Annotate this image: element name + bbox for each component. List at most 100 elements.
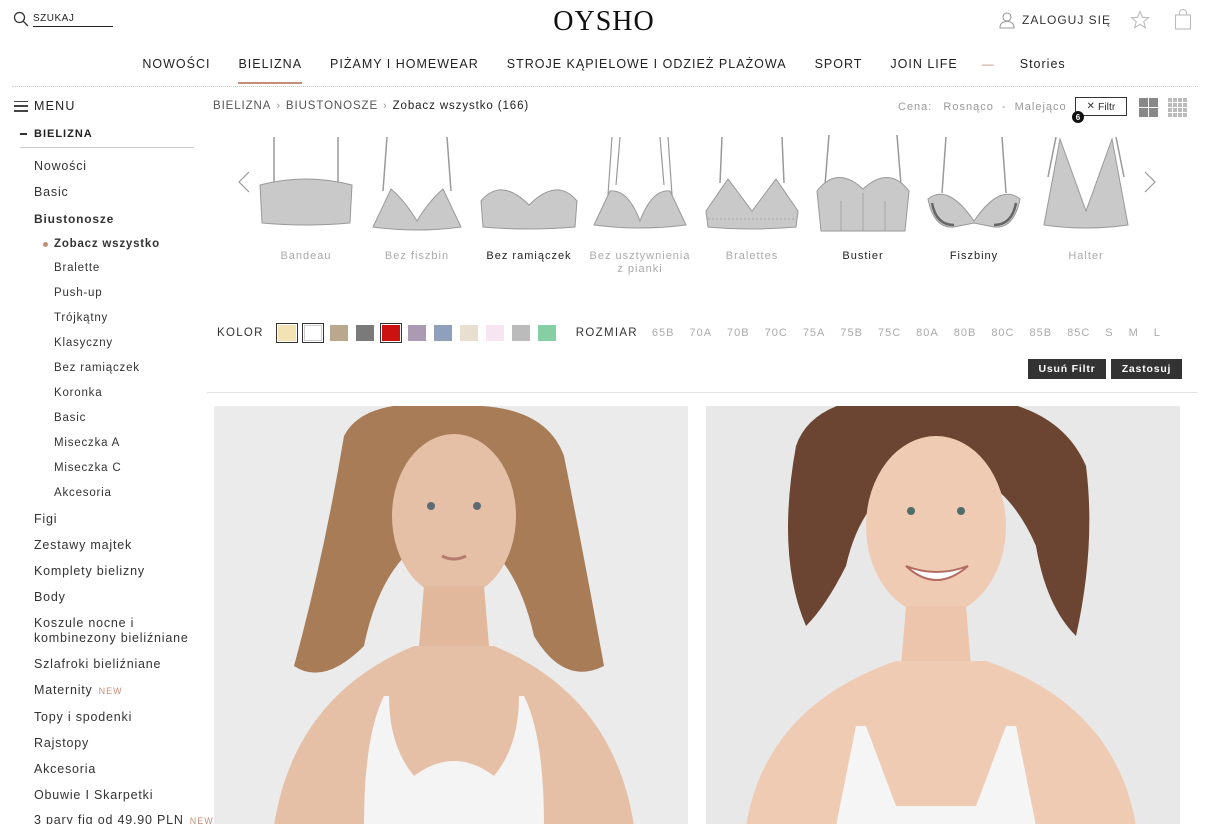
sidebar-item-nowosci[interactable]: Nowości: [34, 159, 87, 173]
sidebar-item-3-pary-fig[interactable]: 3 pary fig od 49,90 PLN NEW: [34, 813, 214, 824]
sidebar-item-koszule-nocne[interactable]: Koszule nocne i: [34, 616, 134, 630]
size-option[interactable]: 85C: [1067, 327, 1090, 339]
size-option[interactable]: 75C: [878, 327, 901, 339]
sidebar-item-zestawy-majtek[interactable]: Zestawy majtek: [34, 538, 132, 552]
sidebar-item-bralette[interactable]: Bralette: [54, 262, 100, 274]
category-label: Bralettes: [725, 250, 779, 262]
product-image[interactable]: [706, 406, 1180, 824]
unpadded-bra-icon: [593, 136, 687, 229]
sort-separator: -: [1001, 101, 1007, 113]
category-label: Bandeau: [280, 250, 332, 262]
chevron-right-icon: ›: [383, 100, 388, 112]
color-swatch-beige[interactable]: [275, 323, 298, 343]
bag-icon[interactable]: [1174, 9, 1192, 30]
nav-stories[interactable]: Stories: [1004, 57, 1080, 84]
nav-nowosci[interactable]: NOWOŚCI: [128, 57, 224, 84]
size-option[interactable]: 85B: [1030, 327, 1053, 339]
size-option[interactable]: 70A: [689, 327, 712, 339]
sidebar-item-akcesoria-sub[interactable]: Akcesoria: [54, 487, 112, 499]
bralette-icon: [705, 136, 799, 230]
nav-join-life[interactable]: JOIN LIFE: [876, 57, 971, 84]
category-bandeau[interactable]: Bandeau: [258, 127, 361, 263]
sidebar-item-miseczka-c[interactable]: Miseczka C: [54, 462, 121, 474]
sidebar-item-maternity[interactable]: Maternity NEW: [34, 683, 123, 697]
sidebar-item-akcesoria[interactable]: Akcesoria: [34, 762, 96, 776]
strapless-bra-icon: [480, 189, 578, 230]
size-option[interactable]: 80C: [991, 327, 1014, 339]
sidebar-item-koronka[interactable]: Koronka: [54, 387, 102, 399]
category-bez-ramiaczek[interactable]: Bez ramiączek: [474, 127, 584, 263]
sidebar-item-koszule-nocne-line2[interactable]: kombinezony bieliźniane: [34, 631, 189, 645]
color-swatch-red[interactable]: [379, 323, 402, 343]
sidebar-item-miseczka-a[interactable]: Miseczka A: [54, 437, 120, 449]
size-option[interactable]: 80A: [916, 327, 939, 339]
sidebar-item-trojkatny[interactable]: Trójkątny: [54, 312, 108, 324]
nav-stroje[interactable]: STROJE KĄPIELOWE I ODZIEŻ PLAŻOWA: [493, 57, 801, 84]
sort-ascending[interactable]: Rosnąco: [943, 101, 993, 113]
size-option[interactable]: 70B: [727, 327, 750, 339]
category-fiszbiny[interactable]: Fiszbiny: [919, 127, 1029, 263]
breadcrumb-bielizna[interactable]: BIELIZNA: [213, 100, 271, 112]
size-option[interactable]: 75A: [803, 327, 826, 339]
filter-label: Filtr: [1097, 100, 1116, 113]
sidebar-item-basic-sub[interactable]: Basic: [54, 412, 86, 424]
sidebar-item-push-up[interactable]: Push-up: [54, 287, 102, 299]
color-swatch-light-grey[interactable]: [511, 325, 530, 341]
color-swatch-white[interactable]: [301, 323, 324, 343]
size-option[interactable]: 80B: [954, 327, 977, 339]
category-bez-fiszbin[interactable]: Bez fiszbin: [362, 127, 472, 263]
color-swatch-blue[interactable]: [433, 325, 452, 341]
breadcrumb-biustonosze[interactable]: BIUSTONOSZE: [286, 100, 378, 112]
star-icon[interactable]: [1130, 10, 1150, 30]
color-swatch-grey[interactable]: [355, 325, 374, 341]
category-bralettes[interactable]: Bralettes: [697, 127, 807, 263]
carousel-prev-icon[interactable]: [238, 171, 250, 193]
underwire-bra-icon: [927, 136, 1021, 228]
sort-descending[interactable]: Malejąco: [1015, 101, 1067, 113]
sidebar-item-basic[interactable]: Basic: [34, 185, 69, 199]
size-option[interactable]: M: [1129, 327, 1139, 339]
nav-sport[interactable]: SPORT: [801, 57, 877, 84]
sidebar-item-figi[interactable]: Figi: [34, 512, 57, 526]
model-photo-1: [214, 406, 688, 824]
size-option[interactable]: 65B: [652, 327, 675, 339]
sidebar-item-bez-ramiaczek[interactable]: Bez ramiączek: [54, 362, 140, 374]
color-swatch-taupe[interactable]: [329, 325, 348, 341]
sidebar-item-obuwie[interactable]: Obuwie I Skarpetki: [34, 788, 153, 802]
size-option[interactable]: 75B: [840, 327, 863, 339]
clear-filter-button[interactable]: Usuń Filtr: [1028, 359, 1106, 379]
sidebar-item-szlafroki[interactable]: Szlafroki bieliźniane: [34, 657, 161, 671]
grid-4-view-icon[interactable]: [1168, 98, 1187, 117]
color-swatch-green[interactable]: [537, 325, 556, 341]
header-divider: [12, 86, 1198, 87]
size-option[interactable]: L: [1154, 327, 1161, 339]
sidebar-item-biustonosze[interactable]: Biustonosze: [34, 212, 114, 226]
color-swatch-cream[interactable]: [459, 325, 478, 341]
color-swatch-pink[interactable]: [485, 325, 504, 341]
grid-2-view-icon[interactable]: [1139, 98, 1158, 117]
color-swatch-lilac[interactable]: [407, 325, 426, 341]
apply-filter-button[interactable]: Zastosuj: [1111, 359, 1182, 379]
sidebar-item-klasyczny[interactable]: Klasyczny: [54, 337, 113, 349]
category-label: Bez usztywnienia z pianki: [589, 250, 691, 275]
category-halter[interactable]: Halter: [1031, 127, 1138, 263]
sidebar-item-rajstopy[interactable]: Rajstopy: [34, 736, 89, 750]
nav-bielizna[interactable]: BIELIZNA: [224, 57, 316, 84]
menu-button[interactable]: MENU: [14, 99, 76, 113]
sidebar-item-body[interactable]: Body: [34, 590, 66, 604]
size-option[interactable]: S: [1105, 327, 1113, 339]
maternity-label: Maternity: [34, 683, 93, 697]
size-option[interactable]: 70C: [765, 327, 788, 339]
category-bustier[interactable]: Bustier: [808, 127, 918, 263]
sidebar-section-bielizna[interactable]: BIELIZNA: [20, 128, 194, 148]
size-filter-label: ROZMIAR: [575, 327, 638, 339]
product-image[interactable]: [214, 406, 688, 824]
carousel-next-icon[interactable]: [1144, 171, 1156, 193]
sidebar-item-zobacz-wszystko[interactable]: Zobacz wszystko: [54, 238, 160, 250]
nav-pizamy[interactable]: PIŻAMY I HOMEWEAR: [316, 57, 493, 84]
logo-text[interactable]: OYSHO: [553, 6, 654, 38]
sidebar-item-komplety[interactable]: Komplety bielizny: [34, 564, 145, 578]
sidebar-item-topy[interactable]: Topy i spodenki: [34, 710, 132, 724]
category-bez-usztywnienia[interactable]: Bez usztywnienia z pianki: [585, 127, 695, 276]
login-button[interactable]: ZALOGUJ SIĘ: [998, 11, 1111, 29]
